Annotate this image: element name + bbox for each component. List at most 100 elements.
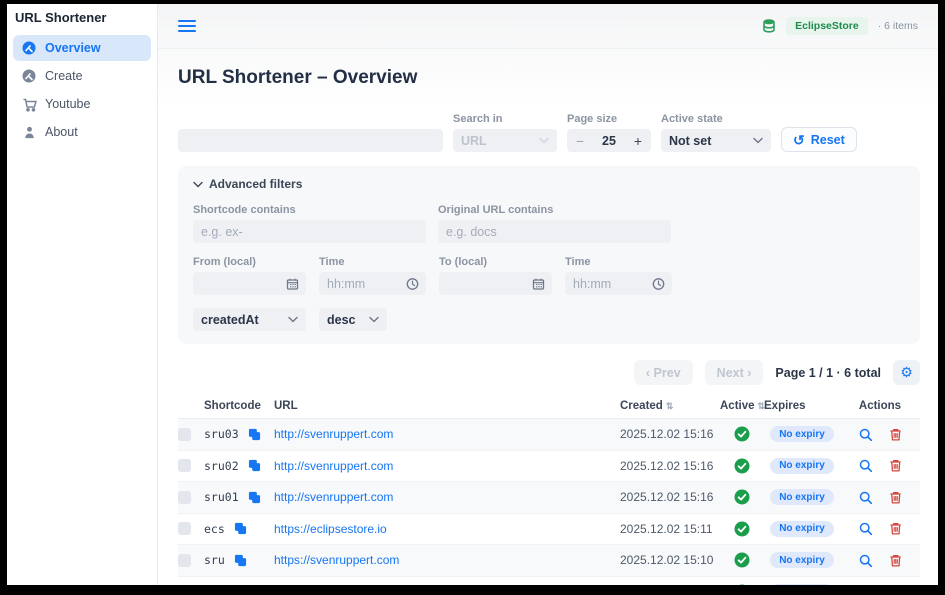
view-details-icon[interactable] [859,491,872,504]
delete-icon[interactable] [889,428,902,441]
sort-field-select[interactable]: createdAt [193,308,306,331]
sidebar-item-label: Create [45,69,83,83]
view-details-icon[interactable] [859,428,872,441]
table-row: sru https://svenruppert.com 2025.12.02 1… [178,545,920,577]
header-active[interactable]: Active ⇅ [720,400,764,412]
expires-badge: No expiry [770,426,834,442]
delete-icon[interactable] [889,491,902,504]
top-navbar: EclipseStore · 6 items [158,4,938,49]
active-check-icon [720,521,764,537]
search-in-label: Search in [453,113,557,125]
calendar-icon[interactable] [286,277,299,290]
active-check-icon [720,426,764,442]
url-link[interactable]: http://svenruppert.com [274,459,620,473]
globe-wrench-icon [21,40,37,56]
reset-button[interactable]: ↺ Reset [781,127,857,152]
url-link[interactable]: https://svenruppert.com [274,553,620,567]
row-checkbox[interactable] [178,428,191,441]
items-count: · 6 items [878,20,918,32]
sidebar-item-label: Overview [45,41,101,55]
delete-icon[interactable] [889,522,902,535]
copy-icon[interactable] [234,522,247,535]
navbar-right: EclipseStore · 6 items [762,17,918,35]
filter-toolbar: Search in URL Page size − 25 + Active s [178,113,920,152]
delete-icon[interactable] [889,459,902,472]
next-page-button[interactable]: Next › [705,360,764,385]
from-date-group: From (local) [193,256,306,295]
sidebar-item-overview[interactable]: Overview [13,35,151,61]
shortcode-value: sru01 [204,490,239,504]
page-size-group: Page size − 25 + [567,113,651,152]
main-area: EclipseStore · 6 items URL Shortener – O… [158,4,938,585]
increment-button[interactable]: + [634,134,642,148]
advanced-filters-toggle[interactable]: Advanced filters [193,177,905,191]
sidebar-item-about[interactable]: About [13,119,151,145]
active-state-group: Active state Not set [661,113,771,152]
search-in-select[interactable]: URL [453,129,557,152]
page-title: URL Shortener – Overview [178,67,920,89]
row-checkbox[interactable] [178,522,191,535]
database-icon [762,19,776,33]
shortcode-value: ecs [204,522,225,536]
url-link[interactable]: https://eclipsestore.io [274,522,620,536]
row-checkbox[interactable] [178,554,191,567]
active-check-icon [720,552,764,568]
sidebar-item-label: Youtube [45,97,90,111]
sort-row: createdAt desc [193,308,905,331]
created-value: 2025.12.02 15:16 [620,427,720,441]
view-details-icon[interactable] [859,459,872,472]
decrement-button[interactable]: − [576,134,584,148]
table-row: vdn http://vaadin.com 2025.12.02 15:10 N… [178,577,920,586]
copy-icon[interactable] [248,459,261,472]
chevron-down-icon [753,137,763,144]
sidebar-item-create[interactable]: Create [13,63,151,89]
chevron-down-icon [193,181,203,188]
table-body: sru03 http://svenruppert.com 2025.12.02 … [178,419,920,585]
cart-icon [21,96,37,112]
expires-badge: No expiry [770,521,834,537]
sort-direction-select[interactable]: desc [319,308,387,331]
chevron-down-icon [539,137,549,144]
created-value: 2025.12.02 15:10 [620,553,720,567]
search-input[interactable] [178,129,443,152]
from-time-group: Time [319,256,426,295]
table-row: sru01 http://svenruppert.com 2025.12.02 … [178,482,920,514]
view-details-icon[interactable] [859,554,872,567]
menu-toggle-icon[interactable] [178,20,196,33]
clock-icon[interactable] [406,277,419,290]
delete-icon[interactable] [889,554,902,567]
chevron-down-icon [288,316,298,323]
copy-icon[interactable] [248,428,261,441]
table-row: ecs https://eclipsestore.io 2025.12.02 1… [178,514,920,546]
original-url-contains-input[interactable] [438,220,671,243]
page-size-label: Page size [567,113,651,125]
shortcode-contains-group: Shortcode contains [193,204,426,243]
sidebar-item-label: About [45,125,78,139]
view-details-icon[interactable] [859,522,872,535]
row-checkbox[interactable] [178,459,191,472]
row-checkbox[interactable] [178,491,191,504]
created-value: 2025.12.02 15:16 [620,490,720,504]
active-check-icon [720,458,764,474]
copy-icon[interactable] [234,554,247,567]
clock-icon[interactable] [652,277,665,290]
url-link[interactable]: http://svenruppert.com [274,427,620,441]
copy-icon[interactable] [248,491,261,504]
sort-icon: ⇅ [666,401,674,412]
advanced-filters-panel: Advanced filters Shortcode contains Orig… [178,166,920,344]
header-created[interactable]: Created ⇅ [620,400,720,412]
gear-icon[interactable]: ⚙ [893,360,920,385]
sidebar-nav: Overview Create Youtube About [7,35,157,145]
calendar-icon[interactable] [532,277,545,290]
page-info: Page 1 / 1 · 6 total [775,366,881,380]
table-row: sru03 http://svenruppert.com 2025.12.02 … [178,419,920,451]
globe-wrench-icon [21,68,37,84]
shortcode-contains-input[interactable] [193,220,426,243]
search-field-group [178,129,443,152]
sidebar-item-youtube[interactable]: Youtube [13,91,151,117]
store-badge: EclipseStore [786,17,868,35]
active-state-select[interactable]: Not set [661,129,771,152]
prev-page-button[interactable]: ‹ Prev [634,360,693,385]
header-actions: Actions [840,400,920,412]
url-link[interactable]: http://svenruppert.com [274,490,620,504]
